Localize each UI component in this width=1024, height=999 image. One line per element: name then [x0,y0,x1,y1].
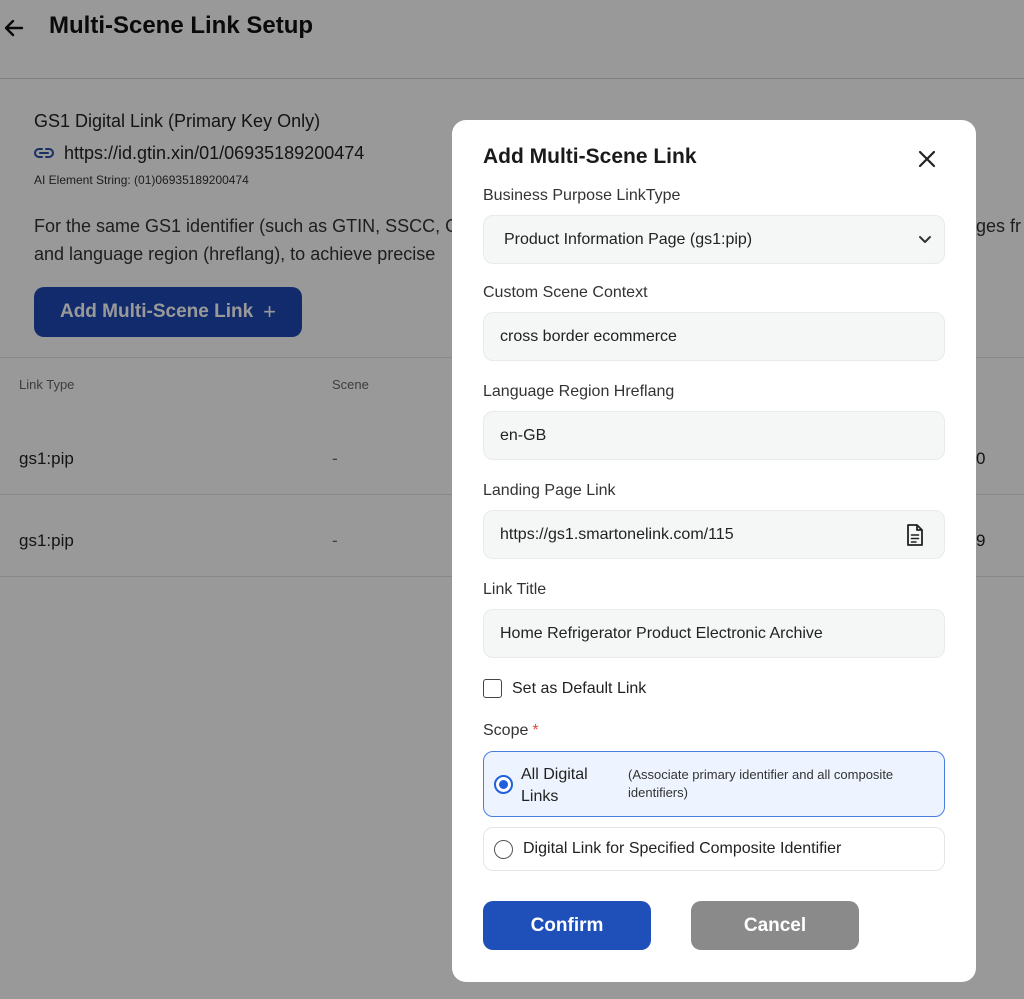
document-icon[interactable] [904,523,926,547]
hreflang-input[interactable]: en-GB [483,411,945,460]
radio-selected[interactable] [494,775,513,794]
scope-label: Scope * [483,722,539,740]
business-purpose-value: Product Information Page (gs1:pip) [504,230,753,248]
link-title-value: Home Refrigerator Product Electronic Arc… [500,624,823,642]
default-link-checkbox[interactable] [483,679,502,698]
add-link-modal: Add Multi-Scene Link Business Purpose Li… [452,120,976,982]
default-link-label: Set as Default Link [512,679,647,697]
scope-option-all-digital-links[interactable]: All Digital Links (Associate primary ide… [483,751,945,817]
radio-unselected[interactable] [494,840,513,859]
scope-option-title: Digital Link for Specified Composite Ide… [523,840,842,857]
business-purpose-label: Business Purpose LinkType [483,187,681,204]
scope-label-text: Scope [483,722,529,739]
cancel-button[interactable]: Cancel [691,901,859,950]
chevron-down-icon [919,236,931,243]
landing-page-value: https://gs1.smartonelink.com/115 [500,525,734,543]
hreflang-label: Language Region Hreflang [483,383,675,400]
hreflang-value: en-GB [500,426,547,444]
required-mark: * [532,722,539,739]
default-link-checkbox-row[interactable]: Set as Default Link [483,679,646,698]
landing-page-input[interactable]: https://gs1.smartonelink.com/115 [483,510,945,559]
scene-context-input[interactable]: cross border ecommerce [483,312,945,361]
scope-option-title: All Digital Links [521,766,588,805]
business-purpose-select[interactable]: Product Information Page (gs1:pip) [483,215,945,264]
scope-option-specified-composite[interactable]: Digital Link for Specified Composite Ide… [483,827,945,871]
landing-page-label: Landing Page Link [483,482,616,499]
confirm-button[interactable]: Confirm [483,901,651,950]
link-title-label: Link Title [483,581,547,598]
scope-option-note: (Associate primary identifier and all co… [628,767,894,800]
scene-context-label: Custom Scene Context [483,284,648,301]
link-title-input[interactable]: Home Refrigerator Product Electronic Arc… [483,609,945,658]
modal-title: Add Multi-Scene Link [483,145,697,168]
scene-context-value: cross border ecommerce [500,327,677,345]
close-icon[interactable] [916,148,938,170]
